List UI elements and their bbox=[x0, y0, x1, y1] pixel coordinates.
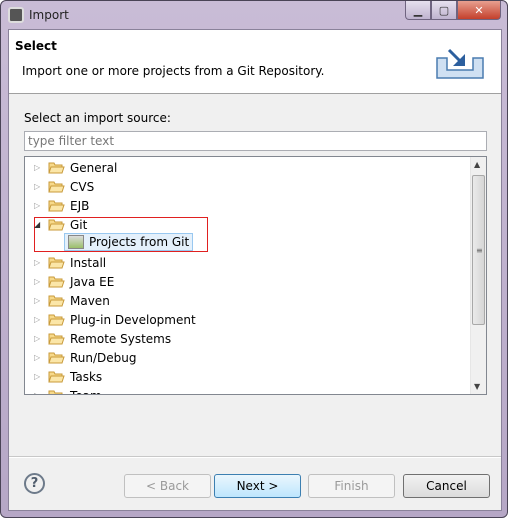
finish-button[interactable]: Finish bbox=[308, 474, 395, 498]
tree-item-label: Team bbox=[70, 389, 102, 395]
tree-item-label: Projects from Git bbox=[89, 235, 190, 249]
help-button[interactable]: ? bbox=[24, 473, 45, 494]
tree-item[interactable]: ◢ Git bbox=[25, 215, 87, 234]
back-button[interactable]: < Back bbox=[124, 474, 211, 498]
tree-item-label: Maven bbox=[70, 293, 110, 308]
scroll-down-arrow-icon[interactable]: ▼ bbox=[474, 382, 480, 391]
collapsed-arrow-icon[interactable]: ▷ bbox=[34, 334, 44, 343]
grip-icon: ≡ bbox=[476, 246, 483, 255]
maximize-button[interactable]: ▢ bbox=[431, 1, 457, 20]
folder-icon bbox=[48, 181, 65, 193]
cancel-button[interactable]: Cancel bbox=[403, 474, 490, 498]
scrollbar-thumb[interactable]: ≡ bbox=[472, 175, 485, 325]
tree-item[interactable]: ▷ General bbox=[25, 158, 117, 177]
import-dialog: Import ▁ ▢ ✕ Select Import one or more p… bbox=[0, 0, 508, 518]
folder-icon bbox=[48, 371, 65, 383]
tree-item[interactable]: ▷ Install bbox=[25, 253, 106, 272]
collapsed-arrow-icon[interactable]: ▷ bbox=[34, 277, 44, 286]
tree-item[interactable]: ▷ Tasks bbox=[25, 367, 102, 386]
expanded-arrow-icon[interactable]: ◢ bbox=[34, 220, 44, 229]
tree-item[interactable]: ▷ Remote Systems bbox=[25, 329, 171, 348]
wizard-header: Select Import one or more projects from … bbox=[9, 30, 501, 94]
tree-item[interactable]: ▷ CVS bbox=[25, 177, 94, 196]
window-title: Import bbox=[29, 8, 69, 22]
folder-icon bbox=[48, 257, 65, 269]
scroll-up-arrow-icon[interactable]: ▲ bbox=[474, 160, 480, 169]
collapsed-arrow-icon[interactable]: ▷ bbox=[34, 163, 44, 172]
collapsed-arrow-icon[interactable]: ▷ bbox=[34, 258, 44, 267]
tree-item[interactable]: ▷ Team bbox=[25, 386, 102, 395]
tree-item-label: EJB bbox=[70, 198, 90, 213]
vertical-scrollbar[interactable]: ▲ ≡ ▼ bbox=[470, 157, 486, 394]
page-description: Import one or more projects from a Git R… bbox=[22, 64, 325, 78]
tree-item-selected[interactable]: Projects from Git bbox=[64, 233, 194, 251]
tree-item-label: Remote Systems bbox=[70, 331, 172, 346]
folder-icon bbox=[48, 314, 65, 326]
next-button[interactable]: Next > bbox=[214, 474, 301, 498]
tree-item-label: Install bbox=[70, 255, 107, 270]
folder-icon bbox=[48, 352, 65, 364]
minimize-button[interactable]: ▁ bbox=[405, 1, 431, 20]
collapsed-arrow-icon[interactable]: ▷ bbox=[34, 372, 44, 381]
import-source-label: Select an import source: bbox=[24, 111, 171, 125]
folder-icon bbox=[48, 162, 65, 174]
collapsed-arrow-icon[interactable]: ▷ bbox=[34, 353, 44, 362]
folder-icon bbox=[48, 390, 65, 394]
collapsed-arrow-icon[interactable]: ▷ bbox=[34, 182, 44, 191]
eclipse-app-icon bbox=[8, 7, 24, 23]
separator bbox=[9, 456, 501, 458]
git-projects-icon bbox=[68, 235, 84, 249]
tree-item[interactable]: ▷ Maven bbox=[25, 291, 110, 310]
tree-item-label: Run/Debug bbox=[70, 350, 137, 365]
tree-item[interactable]: ▷ Java EE bbox=[25, 272, 114, 291]
collapsed-arrow-icon[interactable]: ▷ bbox=[34, 296, 44, 305]
folder-icon bbox=[48, 276, 65, 288]
collapsed-arrow-icon[interactable]: ▷ bbox=[34, 391, 44, 394]
close-button[interactable]: ✕ bbox=[457, 1, 501, 20]
tree-item-label: Git bbox=[70, 217, 88, 232]
folder-icon bbox=[48, 200, 65, 212]
tree-item[interactable]: ▷ Run/Debug bbox=[25, 348, 137, 367]
page-title: Select bbox=[15, 39, 57, 53]
folder-icon bbox=[48, 333, 65, 345]
tree-item[interactable]: ▷ Plug-in Development bbox=[25, 310, 196, 329]
folder-icon bbox=[48, 219, 65, 231]
tree-item-label: Tasks bbox=[70, 369, 103, 384]
import-source-tree: ▲ ≡ ▼ ▷ General ▷ CVS ▷ EJB ◢ Git Projects from … bbox=[24, 156, 487, 395]
tree-item-label: Plug-in Development bbox=[70, 312, 196, 327]
collapsed-arrow-icon[interactable]: ▷ bbox=[34, 315, 44, 324]
filter-input[interactable] bbox=[24, 131, 487, 151]
folder-icon bbox=[48, 295, 65, 307]
tree-item[interactable]: ▷ EJB bbox=[25, 196, 89, 215]
tree-item-label: General bbox=[70, 160, 118, 175]
tree-item-label: CVS bbox=[70, 179, 95, 194]
tree-item-label: Java EE bbox=[70, 274, 115, 289]
collapsed-arrow-icon[interactable]: ▷ bbox=[34, 201, 44, 210]
import-icon bbox=[436, 48, 484, 79]
